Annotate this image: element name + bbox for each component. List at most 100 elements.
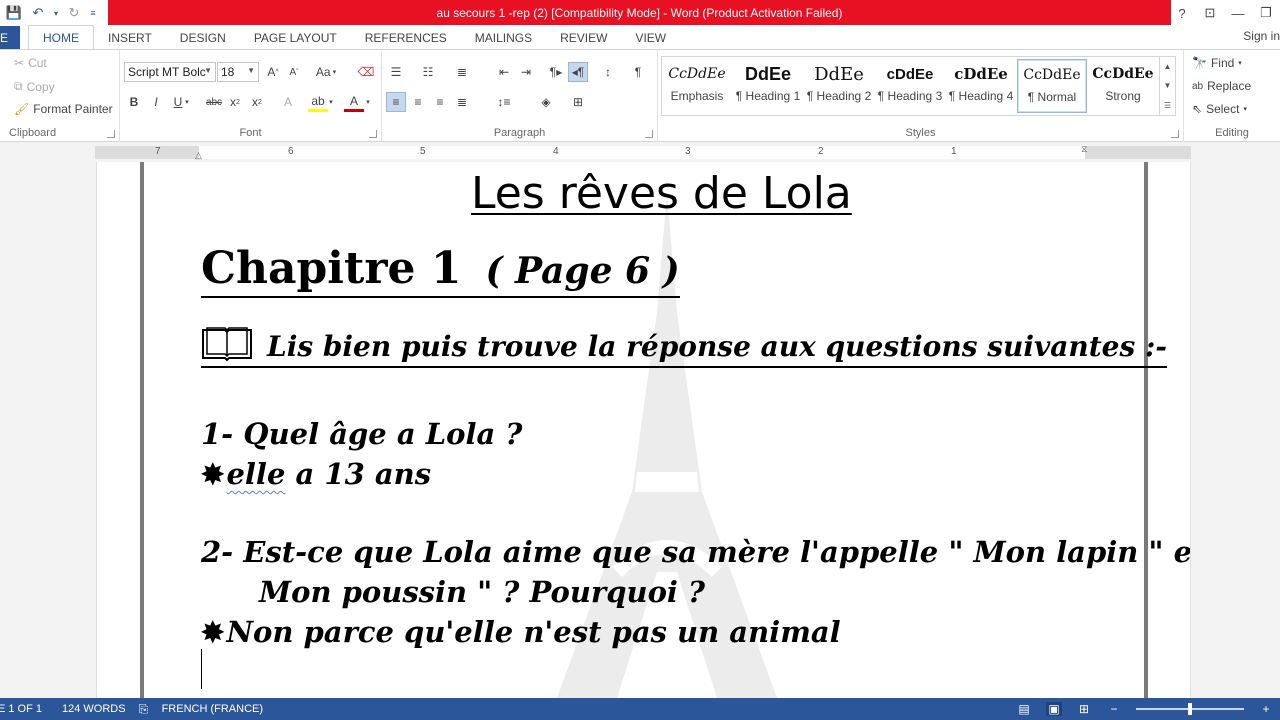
scissors-icon: ✂ [14,56,25,70]
align-right-button[interactable]: ≡ [430,92,450,112]
decrease-indent-button[interactable]: ⇤ [494,62,514,82]
zoom-slider-thumb[interactable] [1188,703,1192,715]
zoom-slider[interactable] [1136,703,1244,715]
show-formatting-marks-button[interactable]: ¶ [628,62,648,82]
strikethrough-button[interactable]: abc [202,92,226,112]
highlight-color-button[interactable]: ab [308,92,328,112]
cursor-arrow-icon: ⇖ [1192,102,1203,116]
text-cursor [201,649,202,689]
document-page[interactable]: Les rêves de Lola Chapitre 1 ( Page 6 ) L… [96,162,1191,698]
bullets-button[interactable]: ☰ [386,62,406,82]
find-label: Find [1210,56,1235,70]
copy-button[interactable]: ⧉ Copy [14,79,55,94]
print-layout-icon[interactable]: ▣ [1046,702,1062,716]
redo-icon[interactable]: ↻ [64,3,84,23]
styles-gallery: CcDdEe Emphasis DdEe ¶ Heading 1 DdEe ¶ Hea… [661,56,1176,116]
clipboard-launcher-icon[interactable] [107,130,115,138]
multilevel-list-button[interactable]: ≣ [452,62,472,82]
highlight-dropdown-icon[interactable]: ▾ [326,92,336,112]
style-preview: cDdEe [954,65,1008,83]
superscript-button[interactable]: x2 [247,92,267,112]
tab-mailings[interactable]: MAILINGS [461,26,546,49]
find-button[interactable]: 🔭 Find ▾ [1192,56,1242,70]
restore-button[interactable]: ❐ [1252,1,1280,25]
replace-button[interactable]: ab Replace [1192,79,1251,93]
justify-button[interactable]: ≣ [452,92,472,112]
zoom-in-icon[interactable]: + [1258,702,1274,716]
style-heading-1[interactable]: DdEe ¶ Heading 1 [733,59,803,113]
style-normal[interactable]: CcDdEe ¶ Normal [1017,59,1087,113]
tab-insert[interactable]: INSERT [94,26,166,49]
ltr-button[interactable]: ¶▸ [546,62,566,82]
bold-button[interactable]: B [124,92,144,112]
word-count[interactable]: 124 WORDS [62,703,126,715]
ribbon-display-options-button[interactable]: ⊡ [1196,1,1224,25]
style-name: ¶ Heading 2 [806,89,872,103]
ruler-number: 6 [288,146,294,157]
zoom-out-icon[interactable]: − [1106,702,1122,716]
sort-button[interactable]: ↕ [598,62,618,82]
tab-design[interactable]: DESIGN [166,26,240,49]
numbering-button[interactable]: ☷ [418,62,438,82]
tab-references[interactable]: REFERENCES [351,26,461,49]
style-strong[interactable]: CcDdEe Strong [1088,59,1158,113]
cut-button[interactable]: ✂ Cut [14,56,47,70]
tab-view[interactable]: VIEW [621,26,680,49]
web-layout-icon[interactable]: ⊞ [1076,702,1092,716]
clear-formatting-button[interactable]: ⌫ [356,62,376,82]
style-heading-3[interactable]: cDdEe ¶ Heading 3 [875,59,945,113]
increase-indent-button[interactable]: ⇥ [516,62,536,82]
shrink-font-button[interactable]: Aˇ [284,62,304,82]
style-heading-2[interactable]: DdEe ¶ Heading 2 [804,59,874,113]
horizontal-ruler[interactable]: 7 6 5 4 3 2 1 △ ⧖ [95,144,1191,161]
rtl-button[interactable]: ◂¶ [568,62,588,82]
tab-label: REFERENCES [364,30,447,45]
tab-file[interactable]: E [0,26,20,49]
align-center-button[interactable]: ≡ [408,92,428,112]
font-color-button[interactable]: A [344,92,364,112]
styles-launcher-icon[interactable] [1171,130,1179,138]
tab-page-layout[interactable]: PAGE LAYOUT [240,26,351,49]
underline-dropdown-icon[interactable]: ▾ [182,92,192,112]
borders-button[interactable]: ⊞ [568,92,588,112]
left-indent-marker[interactable]: △ [195,150,202,161]
grow-font-button[interactable]: A ^ [263,62,283,82]
right-indent-marker[interactable]: ⧖ [1081,144,1087,155]
gallery-up-icon[interactable]: ▲ [1164,62,1172,71]
paragraph-launcher-icon[interactable] [645,130,653,138]
font-name-combo[interactable]: Script MT Bolc ▼ [124,62,216,82]
italic-button[interactable]: I [146,92,166,112]
select-button[interactable]: ⇖ Select ▾ [1192,102,1247,116]
customize-qat-icon[interactable]: ≡ [88,3,98,23]
vertical-scrollbar[interactable] [1264,162,1280,698]
minimize-button[interactable]: — [1224,1,1252,25]
font-size-value: 18 [221,65,235,79]
font-color-dropdown-icon[interactable]: ▾ [363,92,373,112]
font-launcher-icon[interactable] [369,130,377,138]
shading-button[interactable]: ◈ [536,92,556,112]
change-case-button[interactable]: Aa ▾ [312,62,340,82]
subscript-button[interactable]: x2 [225,92,245,112]
save-icon[interactable]: 💾 [4,3,24,23]
gallery-down-icon[interactable]: ▼ [1164,81,1172,90]
format-painter-button[interactable]: 🖌 Format Painter [14,102,113,116]
chapter-label: Chapitre 1 [201,243,462,294]
help-button[interactable]: ? [1168,1,1196,25]
proofing-icon[interactable]: ⎘ [136,702,152,716]
language-indicator[interactable]: FRENCH (FRANCE) [162,703,263,715]
line-spacing-button[interactable]: ↕≡ [494,92,514,112]
style-emphasis[interactable]: CcDdEe Emphasis [662,59,732,113]
style-heading-4[interactable]: cDdEe ¶ Heading 4 [946,59,1016,113]
sign-in-link[interactable]: Sign in [1243,29,1280,43]
align-left-button[interactable]: ≡ [386,92,406,112]
font-size-combo[interactable]: 18 ▼ [217,62,259,82]
chevron-down-icon: ▾ [1238,60,1242,67]
read-mode-icon[interactable]: ▤ [1016,702,1032,716]
tab-review[interactable]: REVIEW [546,26,621,49]
gallery-more-icon[interactable]: ☰ [1164,101,1171,110]
undo-dropdown-icon[interactable]: ▾ [52,3,60,23]
text-effects-button[interactable]: A [278,92,298,112]
undo-icon[interactable]: ↶ [28,3,48,23]
tab-home[interactable]: HOME [28,25,94,49]
page-indicator[interactable]: PAGE 1 OF 1 [0,703,42,715]
